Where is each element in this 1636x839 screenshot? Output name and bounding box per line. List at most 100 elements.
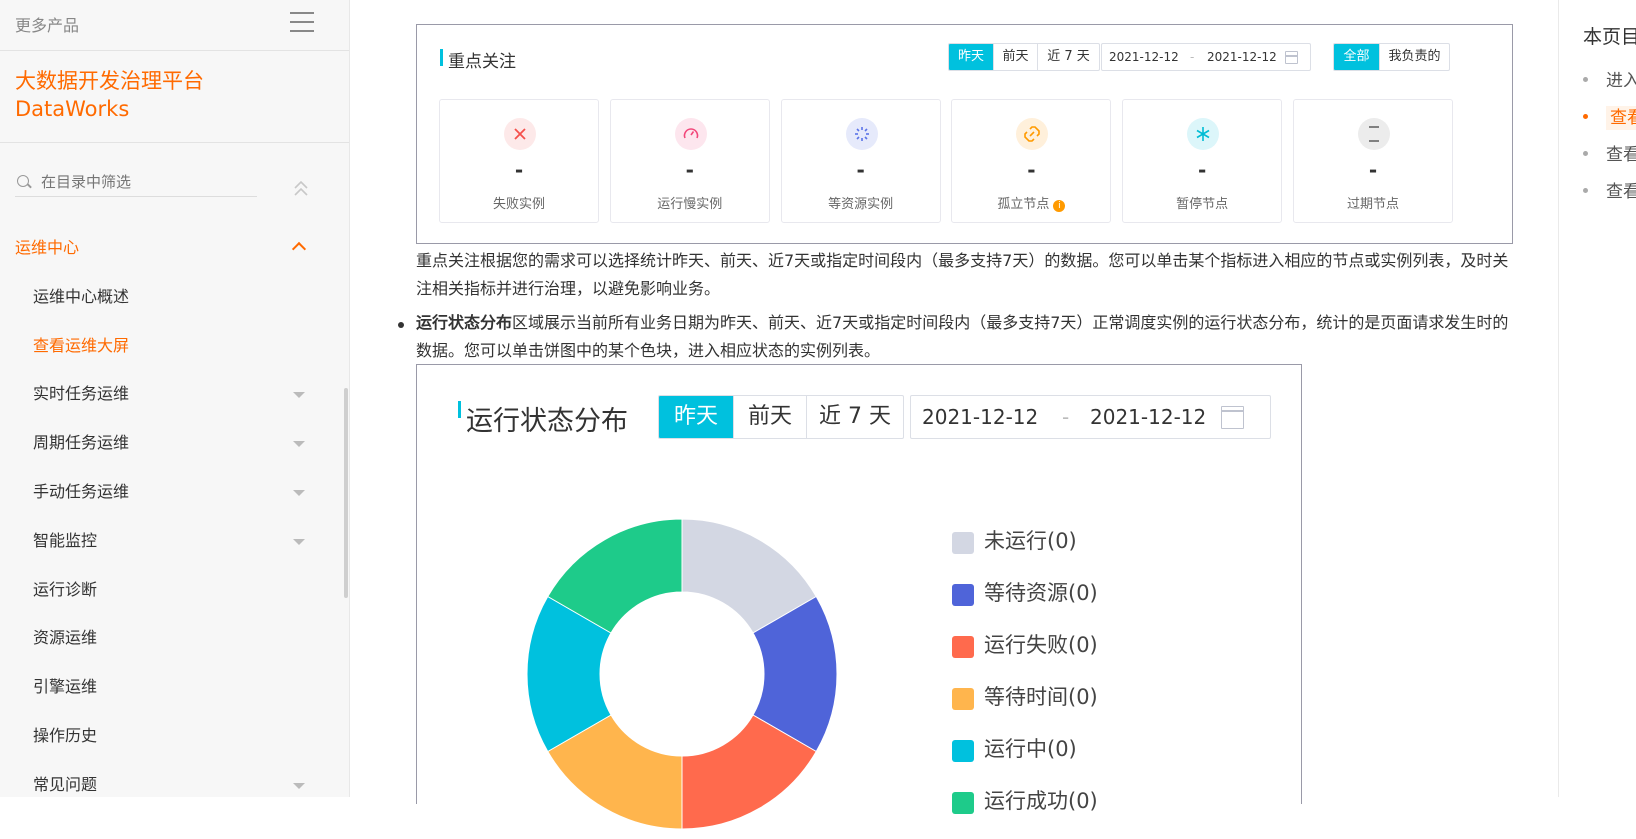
legend-label: 未运行(0) — [984, 529, 1077, 553]
kpi-card[interactable]: - 过期节点 — [1293, 99, 1453, 223]
status-title: 运行状态分布 — [458, 399, 628, 438]
status-description-text: 区域展示当前所有业务日期为昨天、前天、近7天或指定时间段内（最多支持7天）正常调… — [416, 313, 1509, 360]
toc-item[interactable]: 查看调度资源 — [1583, 140, 1636, 165]
status-description: 运行状态分布区域展示当前所有业务日期为昨天、前天、近7天或指定时间段内（最多支持… — [416, 309, 1516, 365]
status-legend: 未运行(0) 等待资源(0) 运行失败(0) 等待时间(0) 运行中(0) 运行成功(0) — [952, 525, 1098, 837]
sidebar-scrollbar[interactable] — [344, 388, 348, 598]
toc-item-label: 查看调度资源 — [1606, 145, 1636, 165]
sidebar-item-label: 实时任务运维 — [33, 384, 130, 404]
focus-range-selector: 昨天 前天 近 7 天 — [948, 43, 1100, 71]
toc-item-label: 查看任务运行 — [1606, 182, 1636, 202]
legend-item[interactable]: 等待时间(0) — [952, 681, 1098, 733]
legend-swatch — [952, 688, 974, 710]
caret-down-icon — [293, 782, 305, 789]
toc-item[interactable]: 查看运维大屏 — [1583, 103, 1636, 130]
focus-title: 重点关注 — [440, 47, 516, 72]
collapse-all-icon[interactable] — [292, 180, 310, 198]
kpi-value: - — [685, 158, 694, 182]
kpi-label: 运行慢实例 — [611, 193, 769, 212]
legend-label: 运行成功(0) — [984, 789, 1098, 813]
sidebar-item-label: 运行诊断 — [33, 579, 98, 599]
toc-item-label: 进入运维大屏 — [1606, 71, 1636, 91]
focus-description: 重点关注根据您的需求可以选择统计昨天、前天、近7天或指定时间段内（最多支持7天）… — [416, 251, 1509, 298]
legend-item[interactable]: 运行中(0) — [952, 733, 1098, 785]
brand-subtitle: DataWorks — [15, 97, 130, 121]
sidebar-item[interactable]: 周期任务运维 — [0, 419, 345, 468]
date-end: 2021-12-12 — [1207, 50, 1277, 64]
kpi-value: - — [1368, 158, 1378, 182]
caret-down-icon — [293, 538, 305, 545]
legend-swatch — [952, 636, 974, 658]
kpi-card[interactable]: - 暂停节点 — [1122, 99, 1283, 223]
sidebar-item[interactable]: 手动任务运维 — [0, 468, 345, 517]
more-products-link[interactable]: 更多产品 — [15, 12, 79, 36]
status-term: 运行状态分布 — [416, 313, 513, 332]
date-separator: - — [1190, 50, 1195, 64]
sidebar-item[interactable]: 引擎运维 — [0, 663, 345, 712]
range-yesterday[interactable]: 昨天 — [949, 44, 994, 70]
date-end: 2021-12-12 — [1090, 405, 1207, 429]
kpi-card[interactable]: - 孤立节点 i — [951, 99, 1112, 223]
toc-item[interactable]: 进入运维大屏 — [1583, 66, 1636, 91]
date-start: 2021-12-12 — [1109, 50, 1179, 64]
legend-label: 运行中(0) — [984, 737, 1077, 761]
legend-item[interactable]: 等待资源(0) — [952, 577, 1098, 629]
sidebar-item-label: 查看运维大屏 — [33, 335, 130, 355]
status-date-range[interactable]: 2021-12-12 - 2021-12-12 — [910, 395, 1271, 439]
nav-section-ops-center[interactable]: 运维中心 — [0, 224, 345, 273]
sidebar-item[interactable]: 实时任务运维 — [0, 370, 345, 419]
kpi-card[interactable]: - 等资源实例 — [780, 99, 941, 223]
scope-all[interactable]: 全部 — [1334, 44, 1380, 70]
legend-item[interactable]: 运行失败(0) — [952, 629, 1098, 681]
sidebar-item[interactable]: 运行诊断 — [0, 566, 345, 615]
sidebar-item[interactable]: 操作历史 — [0, 712, 345, 761]
toc-bullet — [1583, 77, 1588, 82]
range-7-days[interactable]: 近 7 天 — [807, 396, 903, 438]
chevron-up-icon — [291, 241, 307, 257]
legend-swatch — [952, 532, 974, 554]
toc-bullet — [1583, 188, 1588, 193]
sidebar-item-label: 智能监控 — [33, 530, 98, 550]
status-donut-chart — [526, 518, 838, 830]
page-toc: 本页目录 进入运维大屏查看运维大屏查看调度资源查看任务运行 — [1558, 0, 1636, 797]
sidebar-item[interactable]: 智能监控 — [0, 517, 345, 566]
sidebar-item-label: 运维中心概述 — [33, 286, 130, 306]
kpi-label: 暂停节点 — [1123, 193, 1281, 212]
focus-date-range[interactable]: 2021-12-12 - 2021-12-12 — [1101, 43, 1311, 71]
kpi-value: - — [1198, 158, 1207, 182]
kpi-card[interactable]: - 运行慢实例 — [609, 99, 770, 223]
range-day-before[interactable]: 前天 — [994, 44, 1038, 70]
toc-bullet — [1583, 151, 1588, 156]
kpi-label-text: 等资源实例 — [828, 197, 894, 212]
kpi-label: 孤立节点 i — [952, 193, 1110, 212]
speedometer-icon — [674, 118, 707, 150]
sidebar-header: 更多产品 — [0, 0, 349, 51]
focus-panel-screenshot: 重点关注 昨天 前天 近 7 天 2021-12-12 - 2021-12-12… — [416, 24, 1513, 244]
product-brand[interactable]: 大数据开发治理平台 DataWorks — [0, 51, 349, 143]
legend-label: 等待资源(0) — [984, 581, 1098, 605]
range-7-days[interactable]: 近 7 天 — [1038, 44, 1099, 70]
menu-icon[interactable] — [290, 12, 314, 34]
search-icon — [17, 175, 29, 187]
sidebar-item-label: 操作历史 — [33, 725, 98, 745]
info-icon[interactable]: i — [1053, 200, 1066, 212]
loading-icon — [845, 118, 878, 150]
kpi-label: 过期节点 — [1294, 193, 1452, 212]
sidebar-item[interactable]: 查看运维大屏 — [0, 322, 345, 371]
sidebar-item[interactable]: 资源运维 — [0, 614, 345, 663]
legend-swatch — [952, 740, 974, 762]
directory-filter-input[interactable] — [41, 171, 251, 193]
toc-item[interactable]: 查看任务运行 — [1583, 177, 1636, 202]
caret-down-icon — [293, 392, 305, 399]
kpi-label-text: 过期节点 — [1346, 197, 1399, 212]
range-day-before[interactable]: 前天 — [734, 396, 807, 438]
legend-label: 运行失败(0) — [984, 633, 1098, 657]
legend-item[interactable]: 运行成功(0) — [952, 785, 1098, 837]
kpi-card[interactable]: - 失败实例 — [439, 99, 599, 223]
range-yesterday[interactable]: 昨天 — [659, 396, 734, 438]
legend-item[interactable]: 未运行(0) — [952, 525, 1098, 577]
sidebar-item[interactable]: 常见问题 — [0, 761, 345, 810]
sidebar-item[interactable]: 运维中心概述 — [0, 273, 345, 322]
scope-mine[interactable]: 我负责的 — [1380, 44, 1449, 70]
sidebar: 更多产品 大数据开发治理平台 DataWorks 运维中心 运维中心概述查看运维… — [0, 0, 350, 797]
